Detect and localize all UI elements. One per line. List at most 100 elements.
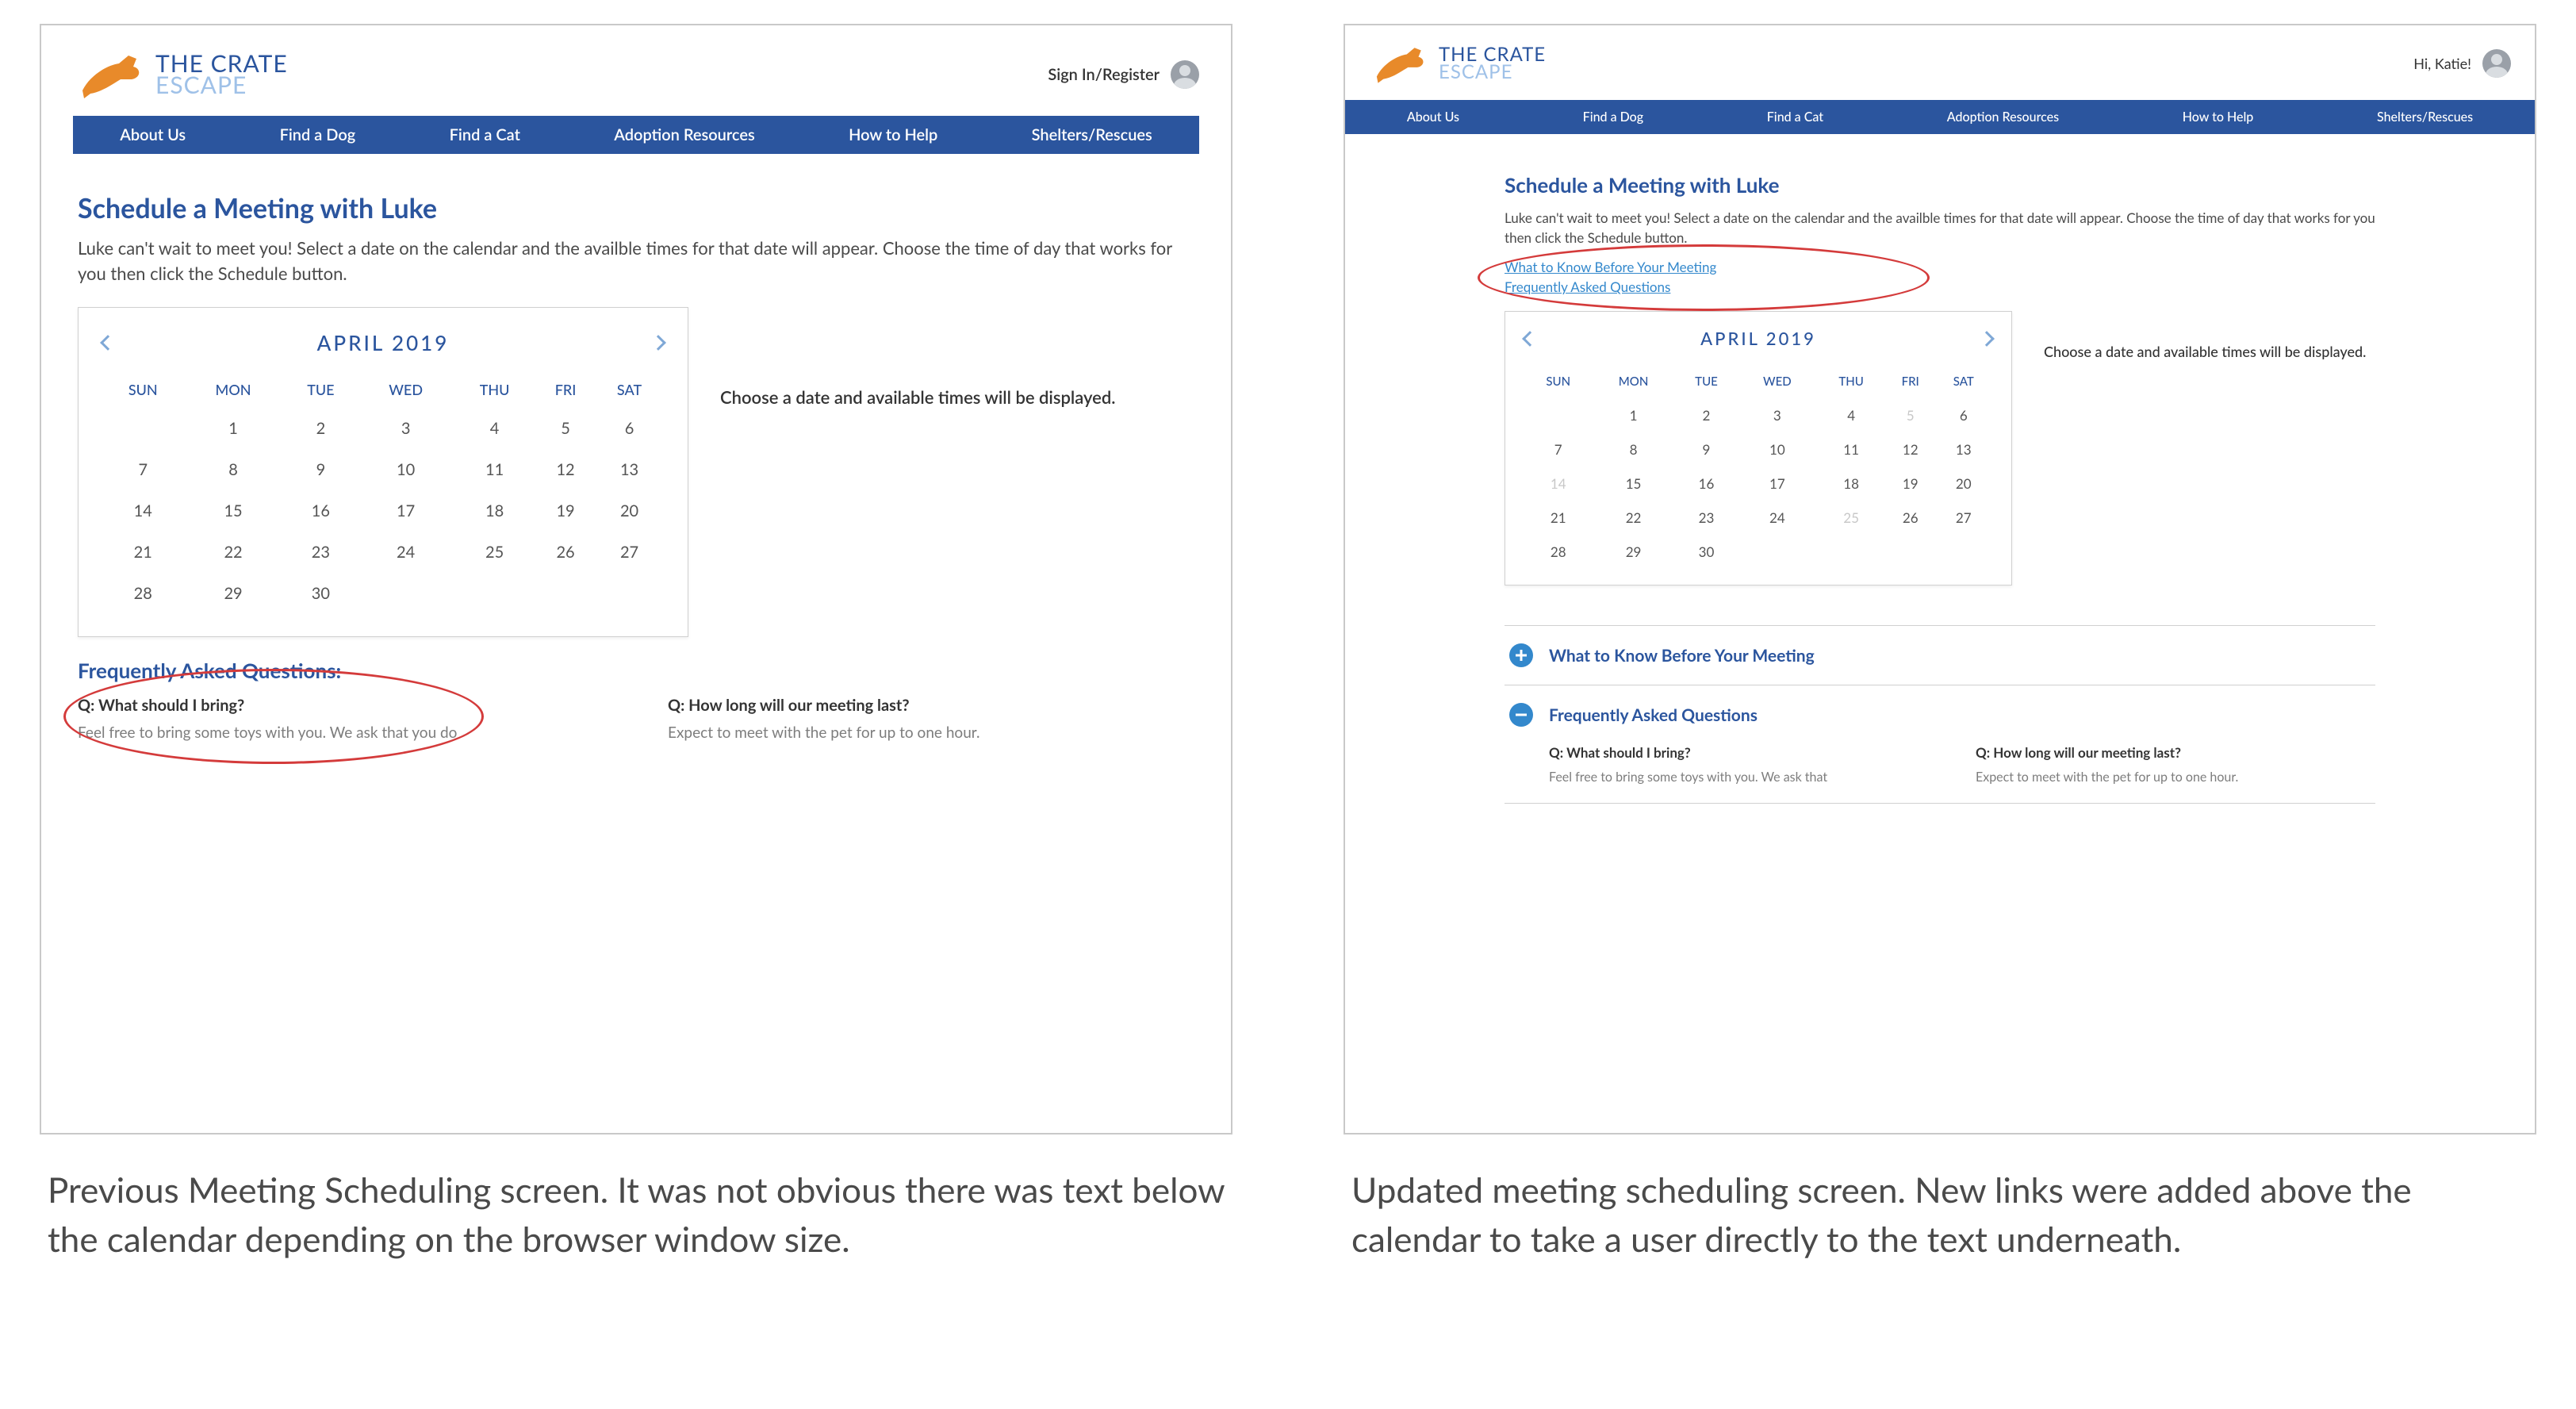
calendar-day-cell[interactable]: 5 xyxy=(1886,398,1935,432)
nav-find-dog[interactable]: Find a Dog xyxy=(274,116,362,154)
calendar-day-cell[interactable]: 14 xyxy=(1524,466,1592,501)
faq-question: Q: What should I bring? xyxy=(78,696,604,715)
nav-find-cat[interactable]: Find a Cat xyxy=(1761,100,1830,134)
calendar-day-cell[interactable]: 14 xyxy=(102,490,183,532)
calendar-day-cell[interactable]: 24 xyxy=(1738,501,1816,535)
nav-adoption[interactable]: Adoption Resources xyxy=(608,116,761,154)
calendar-day-cell[interactable]: 12 xyxy=(536,449,595,490)
calendar-day-cell[interactable]: 21 xyxy=(102,532,183,573)
calendar-day-cell[interactable]: 17 xyxy=(358,490,453,532)
prev-month-button[interactable] xyxy=(100,335,116,351)
calendar-day-cell[interactable]: 15 xyxy=(183,490,282,532)
calendar-day-cell[interactable]: 16 xyxy=(1675,466,1738,501)
nav-how-help[interactable]: How to Help xyxy=(2176,100,2260,134)
calendar-day-cell[interactable]: 19 xyxy=(1886,466,1935,501)
calendar-day-cell[interactable]: 8 xyxy=(1592,432,1674,466)
calendar-widget: APRIL 2019 SUNMONTUEWEDTHUFRISAT12345678… xyxy=(1505,311,2012,585)
calendar-day-cell[interactable]: 27 xyxy=(1935,501,1992,535)
nav-about-us[interactable]: About Us xyxy=(113,116,192,154)
calendar-day-cell[interactable]: 27 xyxy=(595,532,664,573)
faq-answer: Expect to meet with the pet for up to on… xyxy=(1976,769,2371,786)
calendar-day-cell[interactable]: 24 xyxy=(358,532,453,573)
nav-shelters[interactable]: Shelters/Rescues xyxy=(2371,100,2479,134)
nav-find-cat[interactable]: Find a Cat xyxy=(443,116,527,154)
calendar-day-cell[interactable]: 7 xyxy=(1524,432,1592,466)
calendar-day-cell[interactable]: 28 xyxy=(1524,535,1592,569)
calendar-day-cell[interactable]: 29 xyxy=(1592,535,1674,569)
calendar-day-cell[interactable]: 7 xyxy=(102,449,183,490)
calendar-day-cell[interactable]: 13 xyxy=(1935,432,1992,466)
avatar-icon[interactable] xyxy=(2482,49,2511,78)
calendar-day-cell[interactable]: 21 xyxy=(1524,501,1592,535)
calendar-day-cell[interactable]: 6 xyxy=(595,408,664,449)
calendar-day-cell[interactable]: 8 xyxy=(183,449,282,490)
accordion-header[interactable]: Frequently Asked Questions xyxy=(1505,685,2375,744)
calendar-day-cell[interactable]: 9 xyxy=(1675,432,1738,466)
collapse-icon[interactable] xyxy=(1509,703,1533,727)
avatar-icon[interactable] xyxy=(1171,60,1199,89)
calendar-day-header: WED xyxy=(358,371,453,408)
brand-logo[interactable]: THE CRATE ESCAPE xyxy=(1369,41,1546,86)
calendar-day-cell[interactable]: 26 xyxy=(536,532,595,573)
account-area[interactable]: Hi, Katie! xyxy=(2413,49,2511,78)
calendar-day-cell[interactable]: 20 xyxy=(595,490,664,532)
calendar-day-cell[interactable]: 22 xyxy=(1592,501,1674,535)
header: THE CRATE ESCAPE Hi, Katie! xyxy=(1369,41,2511,86)
calendar-day-cell[interactable]: 10 xyxy=(358,449,453,490)
calendar-day-cell[interactable]: 5 xyxy=(536,408,595,449)
calendar-day-cell[interactable]: 11 xyxy=(1816,432,1885,466)
anchor-faq[interactable]: Frequently Asked Questions xyxy=(1505,278,2375,295)
nav-about-us[interactable]: About Us xyxy=(1401,100,1466,134)
calendar-day-cell[interactable]: 25 xyxy=(1816,501,1885,535)
calendar-day-cell[interactable]: 4 xyxy=(453,408,536,449)
calendar-day-cell[interactable]: 23 xyxy=(283,532,358,573)
calendar-day-cell[interactable]: 6 xyxy=(1935,398,1992,432)
calendar-day-cell[interactable]: 13 xyxy=(595,449,664,490)
signin-label[interactable]: Sign In/Register xyxy=(1048,65,1160,84)
calendar-day-cell[interactable]: 19 xyxy=(536,490,595,532)
nav-find-dog[interactable]: Find a Dog xyxy=(1577,100,1650,134)
calendar-day-cell[interactable]: 18 xyxy=(1816,466,1885,501)
calendar-day-cell[interactable]: 29 xyxy=(183,573,282,614)
calendar-day-cell[interactable]: 2 xyxy=(283,408,358,449)
calendar-day-cell[interactable]: 25 xyxy=(453,532,536,573)
calendar-day-cell[interactable]: 1 xyxy=(183,408,282,449)
accordion-header[interactable]: What to Know Before Your Meeting xyxy=(1505,626,2375,685)
calendar-day-cell[interactable]: 9 xyxy=(283,449,358,490)
nav-how-help[interactable]: How to Help xyxy=(842,116,944,154)
calendar-day-cell[interactable]: 18 xyxy=(453,490,536,532)
anchor-what-to-know[interactable]: What to Know Before Your Meeting xyxy=(1505,259,2375,275)
calendar-day-cell[interactable]: 16 xyxy=(283,490,358,532)
calendar-day-cell[interactable]: 23 xyxy=(1675,501,1738,535)
calendar-day-cell[interactable]: 4 xyxy=(1816,398,1885,432)
prev-month-button[interactable] xyxy=(1522,331,1538,347)
calendar-day-cell[interactable]: 20 xyxy=(1935,466,1992,501)
calendar-day-cell[interactable]: 12 xyxy=(1886,432,1935,466)
next-month-button[interactable] xyxy=(650,335,666,351)
calendar-day-cell[interactable]: 22 xyxy=(183,532,282,573)
nav-shelters[interactable]: Shelters/Rescues xyxy=(1025,116,1159,154)
dog-icon xyxy=(73,48,144,102)
calendar-day-cell[interactable]: 30 xyxy=(283,573,358,614)
calendar-day-cell[interactable]: 2 xyxy=(1675,398,1738,432)
calendar-day-cell[interactable]: 15 xyxy=(1592,466,1674,501)
calendar-day-cell[interactable]: 28 xyxy=(102,573,183,614)
nav-adoption[interactable]: Adoption Resources xyxy=(1941,100,2065,134)
brand-logo[interactable]: THE CRATE ESCAPE xyxy=(73,48,288,102)
expand-icon[interactable] xyxy=(1509,643,1533,667)
calendar-day-cell[interactable]: 17 xyxy=(1738,466,1816,501)
calendar-day-cell xyxy=(536,573,595,614)
calendar-grid: SUNMONTUEWEDTHUFRISAT1234567891011121314… xyxy=(102,371,664,614)
account-area[interactable]: Sign In/Register xyxy=(1048,60,1199,89)
anchor-links: What to Know Before Your Meeting Frequen… xyxy=(1505,259,2375,295)
calendar-day-cell[interactable]: 30 xyxy=(1675,535,1738,569)
calendar-widget: APRIL 2019 SUNMONTUEWEDTHUFRISAT12345678… xyxy=(78,307,688,637)
calendar-day-cell[interactable]: 3 xyxy=(358,408,453,449)
calendar-day-cell[interactable]: 3 xyxy=(1738,398,1816,432)
calendar-day-cell[interactable]: 10 xyxy=(1738,432,1816,466)
next-month-button[interactable] xyxy=(1979,331,1995,347)
calendar-day-cell[interactable]: 1 xyxy=(1592,398,1674,432)
calendar-day-cell[interactable]: 26 xyxy=(1886,501,1935,535)
calendar-day-cell[interactable]: 11 xyxy=(453,449,536,490)
calendar-day-header: MON xyxy=(1592,365,1674,398)
